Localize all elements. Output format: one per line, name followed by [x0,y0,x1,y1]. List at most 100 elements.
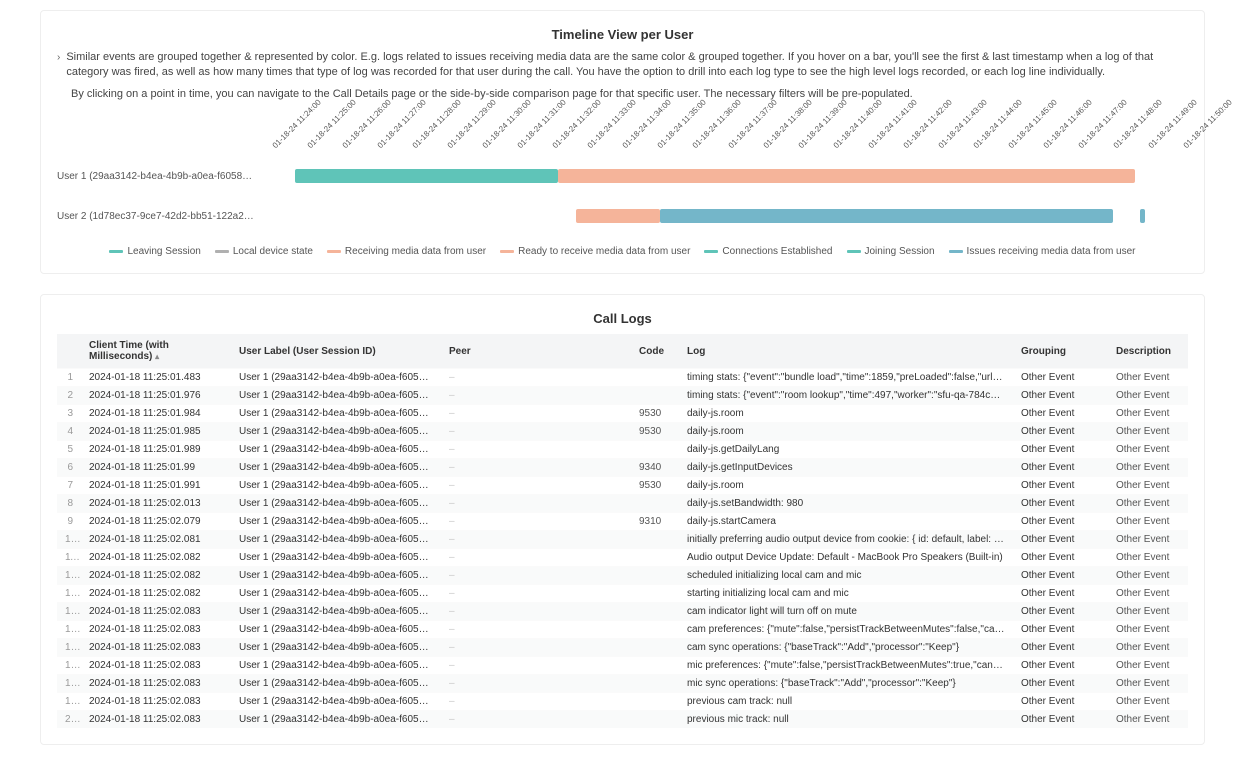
swatch-icon [500,250,514,253]
cell-code [631,657,679,675]
cell-peer: – [441,675,631,693]
row-num: 9 [57,513,81,531]
cell-log: daily-js.room [679,405,1013,423]
cell-user: User 1 (29aa3142-b4ea-4b9b-a0ea-f60585bd… [231,531,441,549]
cell-user: User 1 (29aa3142-b4ea-4b9b-a0ea-f60585bd… [231,513,441,531]
cell-code [631,387,679,405]
cell-group: Other Event [1013,423,1108,441]
table-header: Client Time (with Milliseconds) ▴ User L… [57,334,1188,369]
col-time[interactable]: Client Time (with Milliseconds) ▴ [81,334,231,369]
table-row[interactable]: 182024-01-18 11:25:02.083User 1 (29aa314… [57,675,1188,693]
user1-track[interactable] [267,169,1188,183]
legend-joining[interactable]: Joining Session [847,246,935,257]
cell-desc: Other Event [1108,711,1188,729]
legend-local-device[interactable]: Local device state [215,246,313,257]
cell-time: 2024-01-18 11:25:02.082 [81,549,231,567]
cell-group: Other Event [1013,621,1108,639]
chevron-right-icon[interactable]: › [57,52,60,63]
col-user[interactable]: User Label (User Session ID) [231,334,441,369]
segment-receiving[interactable] [558,169,1135,183]
col-rownum[interactable] [57,334,81,369]
cell-time: 2024-01-18 11:25:01.984 [81,405,231,423]
cell-desc: Other Event [1108,459,1188,477]
cell-code: 9340 [631,459,679,477]
table-row[interactable]: 52024-01-18 11:25:01.989User 1 (29aa3142… [57,441,1188,459]
swatch-icon [215,250,229,253]
cell-user: User 1 (29aa3142-b4ea-4b9b-a0ea-f60585bd… [231,369,441,387]
segment-connections[interactable] [295,169,558,183]
cell-user: User 1 (29aa3142-b4ea-4b9b-a0ea-f60585bd… [231,441,441,459]
cell-code [631,549,679,567]
cell-user: User 1 (29aa3142-b4ea-4b9b-a0ea-f60585bd… [231,657,441,675]
cell-log: Audio output Device Update: Default - Ma… [679,549,1013,567]
cell-log: daily-js.startCamera [679,513,1013,531]
user2-track[interactable] [267,209,1188,223]
cell-code: 9530 [631,405,679,423]
cell-desc: Other Event [1108,387,1188,405]
segment-ready[interactable] [576,209,661,223]
sort-asc-icon[interactable]: ▴ [155,352,159,361]
table-row[interactable]: 132024-01-18 11:25:02.082User 1 (29aa314… [57,585,1188,603]
cell-code [631,675,679,693]
col-desc[interactable]: Description [1108,334,1188,369]
cell-group: Other Event [1013,675,1108,693]
table-row[interactable]: 22024-01-18 11:25:01.976User 1 (29aa3142… [57,387,1188,405]
cell-code [631,441,679,459]
legend-issues[interactable]: Issues receiving media data from user [949,246,1136,257]
row-num: 20 [57,711,81,729]
row-num: 14 [57,603,81,621]
col-log[interactable]: Log [679,334,1013,369]
cell-peer: – [441,441,631,459]
cell-time: 2024-01-18 11:25:01.991 [81,477,231,495]
cell-log: cam sync operations: {"baseTrack":"Add",… [679,639,1013,657]
cell-group: Other Event [1013,531,1108,549]
cell-code: 9530 [631,423,679,441]
legend-connections[interactable]: Connections Established [704,246,832,257]
legend-ready[interactable]: Ready to receive media data from user [500,246,690,257]
cell-desc: Other Event [1108,657,1188,675]
table-row[interactable]: 82024-01-18 11:25:02.013User 1 (29aa3142… [57,495,1188,513]
cell-group: Other Event [1013,495,1108,513]
segment-issues[interactable] [660,209,1113,223]
table-row[interactable]: 162024-01-18 11:25:02.083User 1 (29aa314… [57,639,1188,657]
table-row[interactable]: 112024-01-18 11:25:02.082User 1 (29aa314… [57,549,1188,567]
table-row[interactable]: 102024-01-18 11:25:02.081User 1 (29aa314… [57,531,1188,549]
cell-time: 2024-01-18 11:25:02.083 [81,657,231,675]
cell-time: 2024-01-18 11:25:02.083 [81,711,231,729]
cell-time: 2024-01-18 11:25:02.013 [81,495,231,513]
cell-peer: – [441,477,631,495]
col-peer[interactable]: Peer [441,334,631,369]
legend-receiving[interactable]: Receiving media data from user [327,246,486,257]
cell-user: User 1 (29aa3142-b4ea-4b9b-a0ea-f60585bd… [231,675,441,693]
cell-user: User 1 (29aa3142-b4ea-4b9b-a0ea-f60585bd… [231,621,441,639]
table-row[interactable]: 72024-01-18 11:25:01.991User 1 (29aa3142… [57,477,1188,495]
legend-leaving[interactable]: Leaving Session [109,246,200,257]
table-row[interactable]: 42024-01-18 11:25:01.985User 1 (29aa3142… [57,423,1188,441]
timeline-chart[interactable]: 01-18-24 11:24:0001-18-24 11:25:0001-18-… [57,108,1188,257]
row-num: 7 [57,477,81,495]
table-row[interactable]: 152024-01-18 11:25:02.083User 1 (29aa314… [57,621,1188,639]
cell-time: 2024-01-18 11:25:02.083 [81,603,231,621]
cell-desc: Other Event [1108,603,1188,621]
cell-desc: Other Event [1108,621,1188,639]
row-num: 4 [57,423,81,441]
table-row[interactable]: 122024-01-18 11:25:02.082User 1 (29aa314… [57,567,1188,585]
col-code[interactable]: Code [631,334,679,369]
segment-issues-2[interactable] [1140,209,1145,223]
swatch-icon [949,250,963,253]
table-row[interactable]: 12024-01-18 11:25:01.483User 1 (29aa3142… [57,369,1188,387]
table-row[interactable]: 202024-01-18 11:25:02.083User 1 (29aa314… [57,711,1188,729]
table-row[interactable]: 142024-01-18 11:25:02.083User 1 (29aa314… [57,603,1188,621]
row-num: 12 [57,567,81,585]
cell-group: Other Event [1013,513,1108,531]
x-axis-ticks: 01-18-24 11:24:0001-18-24 11:25:0001-18-… [277,108,1188,150]
cell-desc: Other Event [1108,585,1188,603]
table-row[interactable]: 62024-01-18 11:25:01.99User 1 (29aa3142-… [57,459,1188,477]
table-row[interactable]: 32024-01-18 11:25:01.984User 1 (29aa3142… [57,405,1188,423]
table-row[interactable]: 172024-01-18 11:25:02.083User 1 (29aa314… [57,657,1188,675]
cell-log: daily-js.getInputDevices [679,459,1013,477]
cell-group: Other Event [1013,441,1108,459]
col-group[interactable]: Grouping [1013,334,1108,369]
table-row[interactable]: 92024-01-18 11:25:02.079User 1 (29aa3142… [57,513,1188,531]
cell-user: User 1 (29aa3142-b4ea-4b9b-a0ea-f60585bd… [231,603,441,621]
